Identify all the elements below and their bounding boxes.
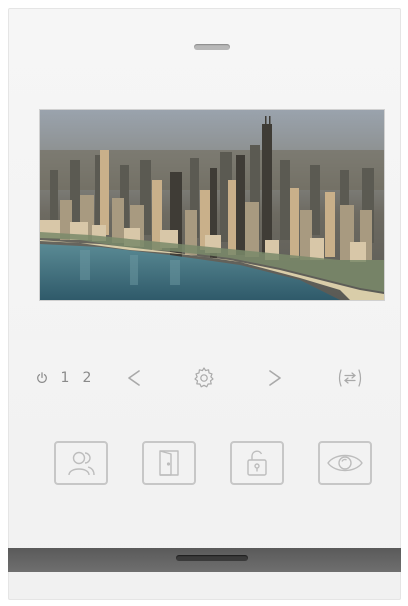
unlock-icon: [247, 450, 267, 476]
contacts-icon: [68, 451, 95, 476]
channel-1-button[interactable]: 1: [58, 363, 72, 393]
touch-controls-row: 1 2: [8, 363, 401, 393]
monitor-button[interactable]: [318, 441, 372, 485]
chevron-right-icon: [269, 370, 281, 386]
bottom-slot: [176, 555, 248, 561]
speaker-slot: [194, 44, 230, 50]
contacts-button[interactable]: [54, 441, 108, 485]
city-skyline-image: [40, 110, 384, 300]
video-screen: [39, 109, 385, 301]
power-icon: [37, 372, 47, 383]
transfer-button[interactable]: [336, 363, 364, 393]
monitor-eye-icon: [327, 454, 363, 472]
function-buttons-row: [8, 441, 401, 487]
gear-icon: [194, 367, 214, 388]
unlock-button[interactable]: [230, 441, 284, 485]
next-button[interactable]: [263, 363, 287, 393]
previous-button[interactable]: [122, 363, 146, 393]
transfer-arrows-icon: [338, 369, 362, 387]
channel-2-button[interactable]: 2: [80, 363, 94, 393]
door-icon: [159, 450, 179, 476]
settings-button[interactable]: [191, 363, 217, 393]
door-button[interactable]: [142, 441, 196, 485]
chevron-left-icon: [128, 370, 140, 386]
intercom-monitor: 1 2: [8, 8, 401, 600]
power-button[interactable]: [34, 363, 50, 393]
